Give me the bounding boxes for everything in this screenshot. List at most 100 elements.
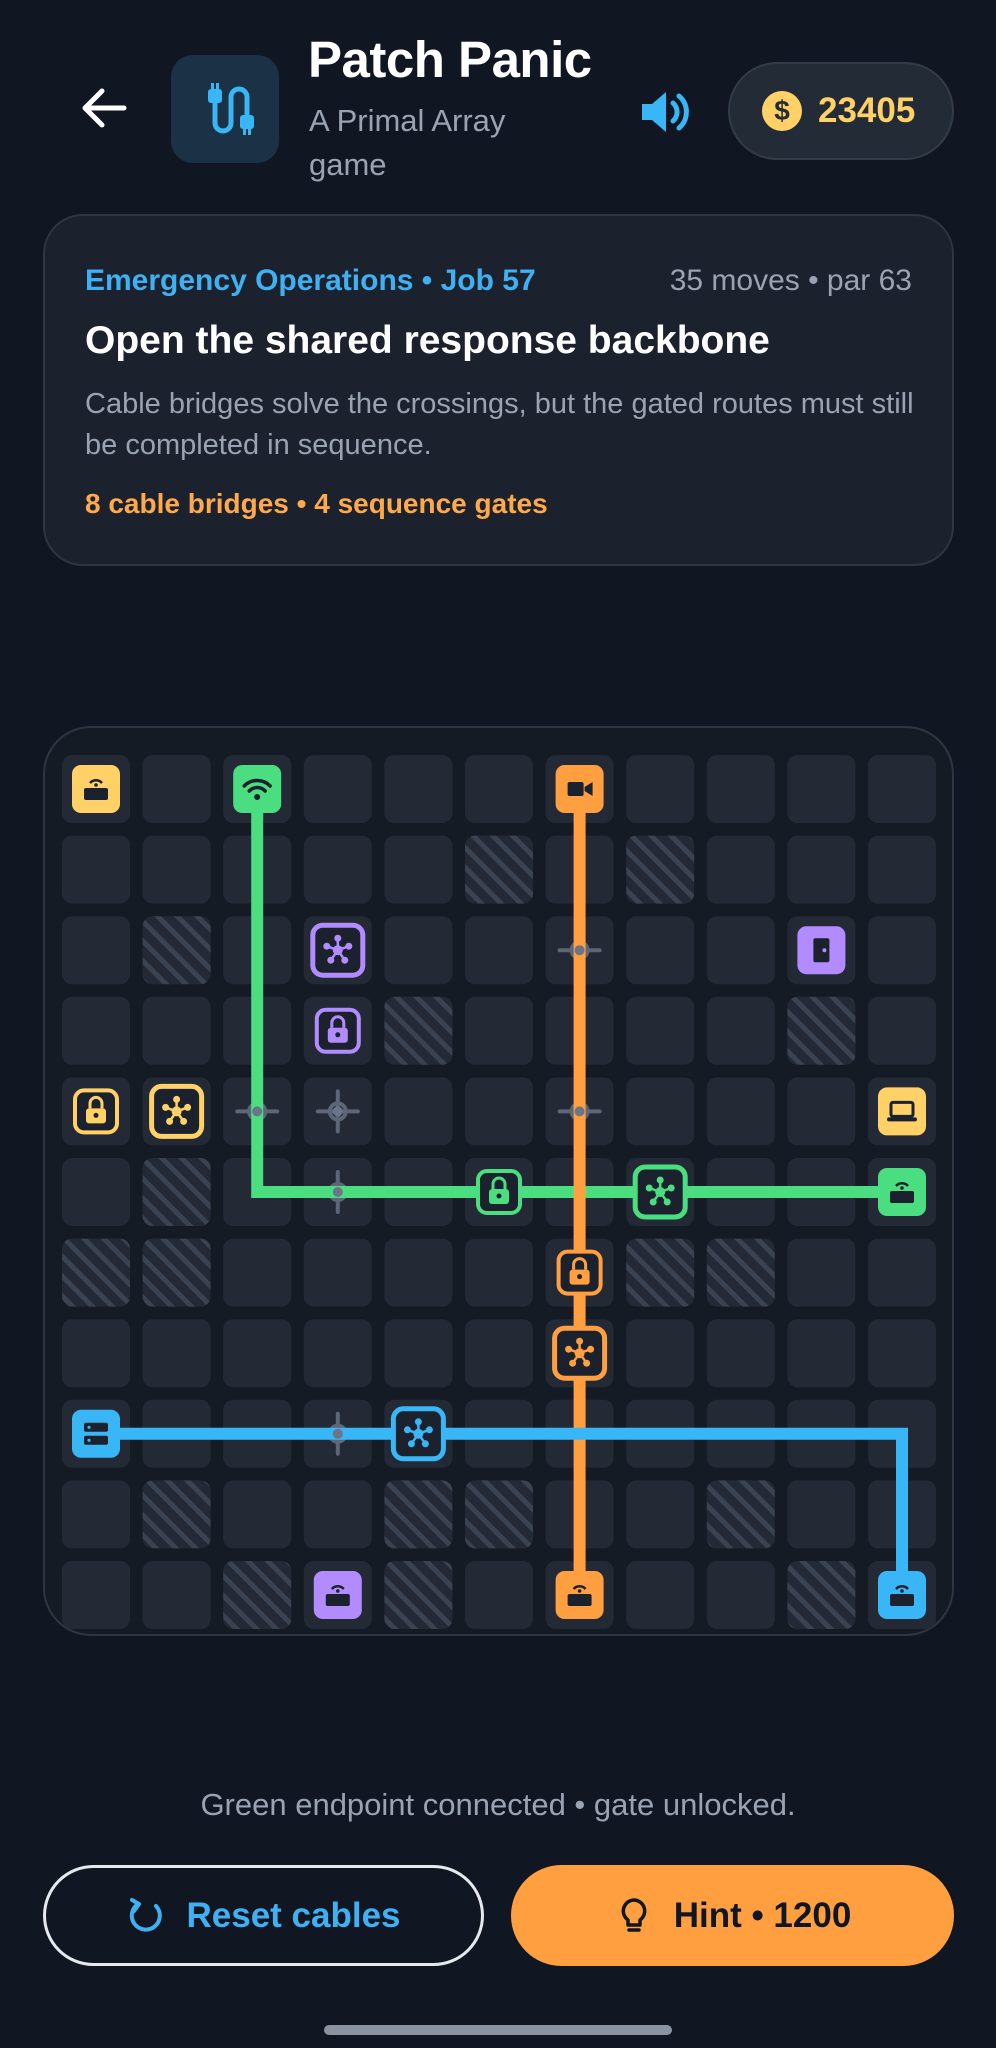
bridge-joint [332,1428,343,1439]
grid-cell[interactable] [787,1480,856,1549]
blue-server-endpoint[interactable] [72,1409,120,1458]
grid-cell[interactable] [787,1077,856,1146]
purple-hub-hub[interactable] [310,922,366,978]
grid-cell[interactable] [706,1319,775,1388]
grid-cell[interactable] [223,1480,292,1549]
grid-cell[interactable] [223,1238,292,1307]
grid-cell[interactable] [62,1319,130,1388]
grid-cell[interactable] [465,1561,533,1629]
blocked-cell [626,1238,695,1307]
grid-cell[interactable] [868,835,936,904]
blue-hub-hub[interactable] [390,1406,446,1462]
grid-cell[interactable] [384,1319,453,1388]
purple-door-endpoint[interactable] [797,926,846,975]
sound-toggle-button[interactable] [636,84,692,140]
grid-cell[interactable] [465,1077,533,1146]
green-router-endpoint[interactable] [878,1168,926,1216]
grid-cell[interactable] [384,1238,453,1307]
grid-cell[interactable] [706,1077,775,1146]
grid-cell[interactable] [62,1158,130,1226]
grid-cell[interactable] [303,755,372,823]
grid-cell[interactable] [62,835,130,904]
grid-cell[interactable] [384,755,453,823]
grid-cell[interactable] [626,996,695,1065]
orange-router-endpoint[interactable] [555,1571,604,1619]
grid-cell[interactable] [384,1077,453,1146]
blocked-cell [787,996,856,1065]
grid-cell[interactable] [465,996,533,1065]
grid-cell[interactable] [465,1238,533,1307]
grid-cell[interactable] [62,1480,130,1549]
grid-cell[interactable] [303,1238,372,1307]
door-icon [813,938,830,963]
lightbulb-icon [621,1897,647,1932]
grid-cell[interactable] [868,996,936,1065]
orange-lock-gate[interactable] [556,1249,603,1296]
grid-cell[interactable] [384,835,453,904]
grid-cell[interactable] [706,916,775,985]
green-hub-hub[interactable] [632,1164,688,1220]
grid-cell[interactable] [465,916,533,985]
grid-cell[interactable] [706,996,775,1065]
grid-cell[interactable] [706,1561,775,1629]
grid-cell[interactable] [626,1319,695,1388]
yellow-lock-gate[interactable] [73,1088,119,1135]
home-indicator [324,2025,672,2035]
grid-cell[interactable] [303,835,372,904]
grid-cell[interactable] [465,755,533,823]
grid-cell[interactable] [142,755,211,823]
yellow-router-endpoint[interactable] [72,765,120,813]
blocked-cell [626,835,695,904]
grid-cell[interactable] [787,835,856,904]
grid-cell[interactable] [868,755,936,823]
blocked-cell [465,835,533,904]
green-wifi-endpoint[interactable] [233,765,282,813]
grid-cell[interactable] [626,916,695,985]
grid-cell[interactable] [626,1077,695,1146]
grid-cell[interactable] [868,1319,936,1388]
bridge-joint [574,945,585,956]
reset-cables-button[interactable]: Reset cables [43,1865,484,1966]
grid-cell[interactable] [706,835,775,904]
grid-cell[interactable] [787,1238,856,1307]
grid-cell[interactable] [787,1319,856,1388]
grid-cell[interactable] [626,1561,695,1629]
yellow-hub-hub[interactable] [149,1083,205,1139]
grid-cell[interactable] [142,996,211,1065]
grid-cell[interactable] [465,1319,533,1388]
orange-camera-endpoint[interactable] [555,765,604,813]
grid-cell[interactable] [384,916,453,985]
header: Patch Panic A Primal Array game $ 23405 [0,0,996,210]
app-icon [171,55,279,163]
grid-cell[interactable] [62,1561,130,1629]
blocked-cell [465,1480,533,1549]
purple-router-endpoint[interactable] [313,1571,362,1619]
grid-cell[interactable] [223,1319,292,1388]
yellow-laptop-endpoint[interactable] [878,1087,926,1136]
grid-cell[interactable] [626,755,695,823]
grid-cell[interactable] [62,916,130,985]
grid-cell[interactable] [142,835,211,904]
grid-cell[interactable] [142,1319,211,1388]
blocked-cell [223,1561,292,1629]
bridge-joint [252,1106,263,1117]
grid-cell[interactable] [303,1319,372,1388]
green-lock-gate[interactable] [476,1169,522,1215]
blocked-cell [706,1238,775,1307]
hint-button[interactable]: Hint • 1200 [511,1865,954,1966]
grid-cell[interactable] [787,755,856,823]
grid-cell[interactable] [706,755,775,823]
purple-lock-gate[interactable] [314,1007,361,1054]
grid-cell[interactable] [142,1561,211,1629]
app-title: Patch Panic [308,31,592,88]
blue-router-endpoint[interactable] [878,1571,926,1619]
blocked-cell [787,1561,856,1629]
back-button[interactable] [76,80,132,136]
grid-cell[interactable] [868,916,936,985]
grid-cell[interactable] [868,1238,936,1307]
grid-cell[interactable] [626,1480,695,1549]
orange-hub-hub[interactable] [552,1325,608,1381]
reset-cables-label: Reset cables [186,1895,401,1935]
grid-cell[interactable] [62,996,130,1065]
grid-cell[interactable] [303,1480,372,1549]
